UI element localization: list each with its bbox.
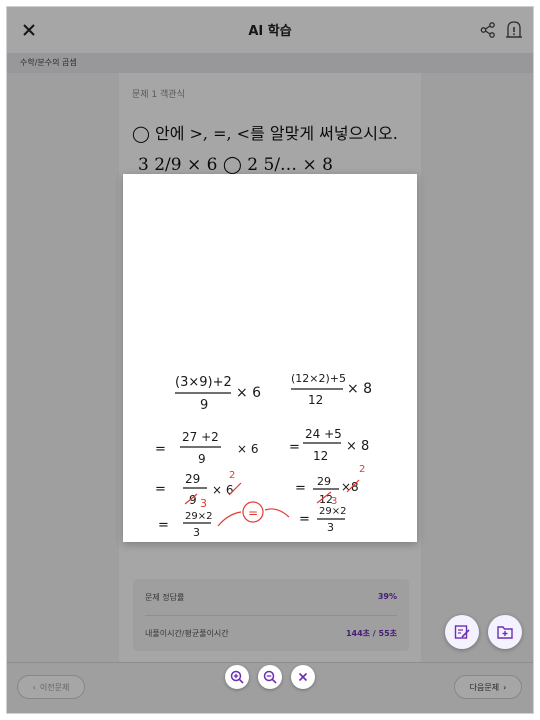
svg-text:(3×9)+2: (3×9)+2	[175, 375, 232, 390]
svg-text:=: =	[158, 518, 169, 533]
svg-text:27 +2: 27 +2	[182, 430, 219, 444]
svg-text:=: =	[155, 442, 166, 457]
svg-text:29: 29	[317, 475, 331, 488]
save-folder-button[interactable]	[488, 615, 522, 649]
svg-text:× 8: × 8	[347, 381, 372, 397]
handwriting-viewer: (3×9)+2 9 × 6 = 27 +2 9 × 6 = 29 9 × 6 =…	[123, 174, 417, 542]
handwritten-solution: (3×9)+2 9 × 6 = 27 +2 9 × 6 = 29 9 × 6 =…	[155, 372, 372, 539]
svg-text:9: 9	[200, 398, 208, 413]
svg-text:12: 12	[308, 393, 323, 407]
svg-text:29×2: 29×2	[319, 506, 346, 517]
zoom-out-icon	[263, 670, 277, 684]
note-button[interactable]	[445, 615, 479, 649]
svg-text:29×2: 29×2	[185, 511, 212, 522]
svg-text:× 6: × 6	[236, 385, 261, 401]
svg-text:(12×2)+5: (12×2)+5	[291, 372, 346, 385]
close-icon	[298, 672, 308, 682]
svg-text:9: 9	[198, 452, 206, 466]
svg-text:24 +5: 24 +5	[305, 427, 342, 441]
svg-text:=: =	[155, 482, 166, 497]
svg-text:=: =	[289, 440, 300, 455]
svg-text:29: 29	[185, 472, 200, 486]
svg-text:=: =	[299, 512, 310, 527]
svg-text:× 8: × 8	[346, 439, 369, 454]
svg-text:×8: ×8	[341, 480, 359, 494]
note-edit-icon	[454, 625, 470, 639]
svg-text:=: =	[248, 506, 258, 520]
folder-add-icon	[497, 626, 513, 639]
close-viewer-button[interactable]	[291, 665, 315, 689]
svg-text:3: 3	[331, 496, 337, 507]
zoom-in-button[interactable]	[225, 665, 249, 689]
zoom-in-icon	[230, 670, 244, 684]
svg-text:3: 3	[200, 497, 207, 510]
svg-text:12: 12	[313, 449, 328, 463]
svg-text:2: 2	[359, 464, 365, 475]
svg-text:× 6: × 6	[237, 442, 259, 456]
svg-text:3: 3	[327, 521, 334, 534]
svg-text:=: =	[295, 481, 306, 496]
zoom-out-button[interactable]	[258, 665, 282, 689]
app-window: AI 학습 수학/분수의 곱셈 문제 1 객관식 ◯ 안에 >, =, <를 알…	[7, 7, 533, 713]
svg-text:2: 2	[229, 470, 235, 481]
svg-text:3: 3	[193, 526, 200, 539]
svg-text:× 6: × 6	[212, 483, 234, 497]
